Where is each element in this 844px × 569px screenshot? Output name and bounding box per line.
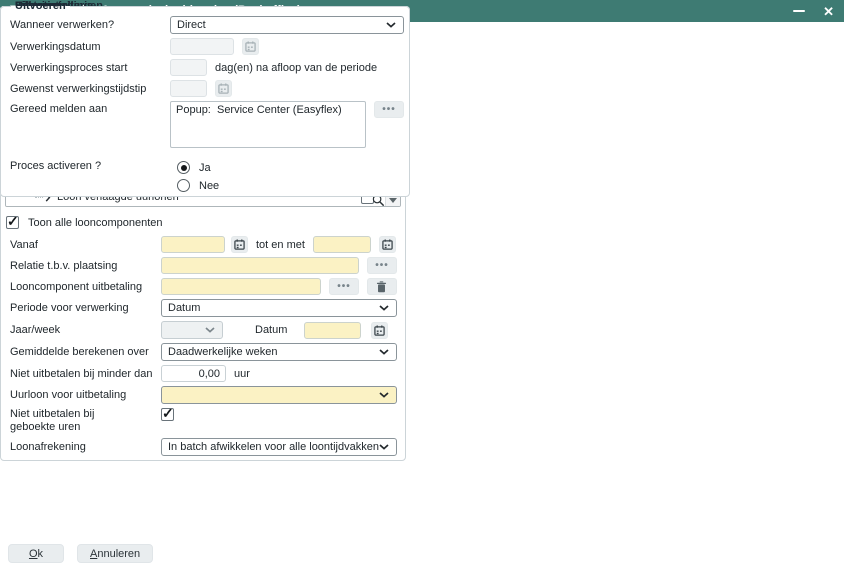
- toon-alle-row: Toon alle looncomponenten: [6, 214, 397, 231]
- toon-alle-checkbox[interactable]: [6, 216, 19, 229]
- radio-nee-label: Nee: [199, 180, 219, 192]
- dialog-window: Lijstcriteria - Automatisch uitbetalen (…: [0, 0, 844, 569]
- jaarweek-row: Jaar/week Datum: [10, 321, 397, 339]
- looncomponent-uitbetaling-row: Looncomponent uitbetaling •••: [10, 278, 397, 295]
- chevron-down-icon: [379, 305, 389, 311]
- uitvoeren-legend: Uitvoeren: [11, 0, 70, 12]
- looncomponent-uitbetaling-label: Looncomponent uitbetaling: [10, 281, 161, 293]
- niet-minder-input[interactable]: 0,00: [161, 365, 226, 382]
- periode-dropdown[interactable]: Datum: [161, 299, 397, 317]
- looncomponent-delete-button[interactable]: [367, 278, 397, 295]
- radio-ja-label: Ja: [199, 162, 211, 174]
- tot-en-met-label: tot en met: [256, 239, 305, 251]
- radio-nee[interactable]: [177, 179, 190, 192]
- uurloon-row: Uurloon voor uitbetaling: [10, 386, 397, 404]
- looncomponent-uitbetaling-input[interactable]: [161, 278, 321, 295]
- calendar-icon: [245, 41, 256, 52]
- jaarweek-dropdown: [161, 321, 223, 339]
- tijdstip-input: [170, 80, 207, 97]
- vanaf-calendar-button[interactable]: [231, 236, 248, 253]
- niet-geboekt-label-line1: Niet uitbetalen bij: [10, 408, 161, 421]
- verwerkingsdatum-input: [170, 38, 234, 55]
- scroll-down-icon[interactable]: [389, 198, 397, 203]
- chevron-down-icon: [379, 392, 389, 398]
- gereed-textarea[interactable]: Popup: Service Center (Easyflex): [170, 101, 366, 148]
- ok-button[interactable]: Ok: [8, 544, 64, 563]
- chevron-down-icon: [379, 349, 389, 355]
- minimize-icon[interactable]: [793, 10, 805, 12]
- gereed-row: Gereed melden aan Popup: Service Center …: [10, 101, 404, 148]
- chevron-down-icon: [379, 444, 389, 450]
- proces-activeren-row: Proces activeren ? Ja Nee: [10, 160, 404, 192]
- looncomponent-browse-button[interactable]: •••: [329, 278, 359, 295]
- footer-buttons: Ok Annuleren: [8, 544, 153, 563]
- relatie-label: Relatie t.b.v. plaatsing: [10, 260, 161, 272]
- wanneer-row: Wanneer verwerken? Direct: [10, 16, 404, 34]
- periode-label: Periode voor verwerking: [10, 302, 161, 314]
- tijdstip-row: Gewenst verwerkingstijdstip: [10, 80, 404, 97]
- trash-icon: [376, 281, 387, 293]
- gemiddelde-label: Gemiddelde berekenen over: [10, 346, 161, 358]
- proces-start-suffix: dag(en) na afloop van de periode: [215, 62, 377, 74]
- calendar-icon: [382, 239, 393, 250]
- uurloon-label: Uurloon voor uitbetaling: [10, 389, 161, 401]
- wanneer-dropdown[interactable]: Direct: [170, 16, 404, 34]
- tot-en-met-calendar-button[interactable]: [379, 236, 396, 253]
- verwerkingsdatum-row: Verwerkingsdatum: [10, 38, 404, 55]
- loonafrekening-label: Loonafrekening: [10, 441, 161, 453]
- loonafrekening-dropdown[interactable]: In batch afwikkelen voor alle loontijdva…: [161, 438, 397, 456]
- chevron-down-icon: [205, 327, 215, 333]
- datum-calendar-button[interactable]: [371, 322, 388, 339]
- verwerkingsdatum-calendar-button: [242, 38, 259, 55]
- datum-input[interactable]: [304, 322, 361, 339]
- gemiddelde-row: Gemiddelde berekenen over Daadwerkelijke…: [10, 343, 397, 361]
- uitvoeren-section: Uitvoeren Wanneer verwerken? Direct Verw…: [0, 0, 410, 197]
- toon-alle-label: Toon alle looncomponenten: [28, 217, 163, 229]
- relatie-row: Relatie t.b.v. plaatsing •••: [10, 257, 397, 274]
- loonafrekening-row: Loonafrekening In batch afwikkelen voor …: [10, 438, 397, 456]
- close-icon[interactable]: ✕: [823, 5, 834, 18]
- niet-geboekt-label-line2: geboekte uren: [10, 421, 161, 434]
- proces-start-row: Verwerkingsproces start dag(en) na afloo…: [10, 59, 404, 76]
- verwerkingsdatum-label: Verwerkingsdatum: [10, 41, 170, 53]
- radio-ja[interactable]: [177, 161, 190, 174]
- proces-activeren-label: Proces activeren ?: [10, 160, 170, 172]
- uurloon-dropdown[interactable]: [161, 386, 397, 404]
- niet-geboekt-checkbox[interactable]: [161, 408, 174, 421]
- niet-geboekt-row: Niet uitbetalen bij geboekte uren: [10, 408, 397, 434]
- relatie-browse-button[interactable]: •••: [367, 257, 397, 274]
- proces-start-label: Verwerkingsproces start: [10, 62, 170, 74]
- relatie-input[interactable]: [161, 257, 359, 274]
- gereed-label: Gereed melden aan: [10, 101, 170, 115]
- niet-minder-row: Niet uitbetalen bij minder dan 0,00 uur: [10, 365, 397, 382]
- jaarweek-label: Jaar/week: [10, 324, 161, 336]
- wanneer-label: Wanneer verwerken?: [10, 19, 170, 31]
- tijdstip-label: Gewenst verwerkingstijdstip: [10, 83, 170, 95]
- calendar-icon: [374, 325, 385, 336]
- vanaf-row: Vanaf tot en met: [10, 236, 397, 253]
- tot-en-met-date-input[interactable]: [313, 236, 371, 253]
- calendar-icon: [218, 83, 229, 94]
- proces-start-input: [170, 59, 207, 76]
- chevron-down-icon: [386, 22, 396, 28]
- niet-minder-label: Niet uitbetalen bij minder dan: [10, 368, 161, 380]
- vanaf-label: Vanaf: [10, 239, 161, 251]
- gemiddelde-dropdown[interactable]: Daadwerkelijke weken: [161, 343, 397, 361]
- periode-row: Periode voor verwerking Datum: [10, 299, 397, 317]
- vanaf-date-input[interactable]: [161, 236, 225, 253]
- gereed-browse-button[interactable]: •••: [374, 101, 404, 118]
- datum-label: Datum: [255, 324, 287, 336]
- tijdstip-calendar-button: [215, 80, 232, 97]
- annuleren-button[interactable]: Annuleren: [77, 544, 153, 563]
- uur-label: uur: [234, 368, 250, 380]
- calendar-icon: [234, 239, 245, 250]
